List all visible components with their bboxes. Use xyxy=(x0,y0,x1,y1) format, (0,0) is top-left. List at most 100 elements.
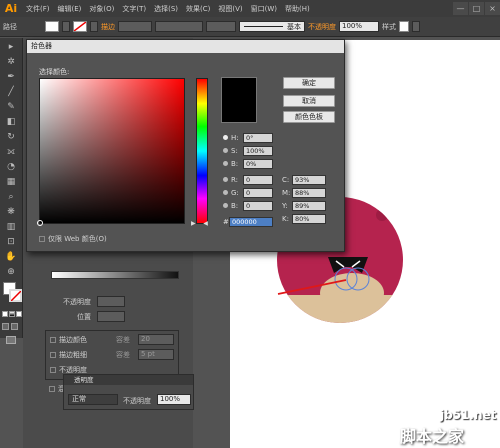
h-field-row[interactable]: H: 0° xyxy=(223,131,283,144)
gradient-mode-icon[interactable] xyxy=(9,311,15,317)
r-field-row[interactable]: R: 0 xyxy=(223,173,283,186)
hand-tool-icon[interactable]: ✋ xyxy=(4,251,18,263)
fill-stroke-widget[interactable] xyxy=(0,282,22,308)
r-input[interactable]: 0 xyxy=(243,174,273,185)
g-field-row[interactable]: G: 0 xyxy=(223,186,283,199)
artboard-tool-icon[interactable]: ⊡ xyxy=(4,236,18,248)
stroke-color-row[interactable]: 描边颜色 xyxy=(50,335,87,345)
stroke-color-box[interactable] xyxy=(9,289,22,302)
minimize-button[interactable]: — xyxy=(453,2,468,15)
color-mode-icon[interactable] xyxy=(2,311,8,317)
pencil-tool-icon[interactable]: ✎ xyxy=(4,101,18,113)
checkbox[interactable] xyxy=(50,367,56,373)
menu-object[interactable]: 对象(O) xyxy=(85,4,118,14)
s-radio[interactable] xyxy=(223,148,228,153)
blend-mode-dropdown[interactable]: 正常 xyxy=(68,394,118,405)
hex-field-row[interactable]: # 000000 xyxy=(223,215,273,228)
graph-tool-icon[interactable]: ▥ xyxy=(4,221,18,233)
width-tool-icon[interactable]: ⟗ xyxy=(4,146,18,158)
stroke-color-value[interactable]: 20 xyxy=(138,334,174,345)
eyedropper-icon[interactable]: ⌕ xyxy=(4,191,18,203)
b2-input[interactable]: 0 xyxy=(243,200,273,211)
close-button[interactable]: × xyxy=(485,2,500,15)
s-field-row[interactable]: S: 100% xyxy=(223,144,283,157)
transparency-opacity-input[interactable]: 100% xyxy=(157,394,191,405)
menu-select[interactable]: 选择(S) xyxy=(150,4,182,14)
gradient-slider[interactable] xyxy=(51,271,179,279)
y-field-row[interactable]: Y: 89% xyxy=(282,199,342,212)
hue-slider[interactable] xyxy=(196,78,208,224)
y-input[interactable]: 89% xyxy=(292,200,326,211)
none-mode-icon[interactable] xyxy=(16,311,22,317)
transparency-panel-tab[interactable]: 透明度 xyxy=(64,375,193,385)
perspective-grid-icon[interactable]: ▦ xyxy=(4,176,18,188)
h-input[interactable]: 0° xyxy=(243,132,273,143)
color-spectrum[interactable] xyxy=(37,78,185,226)
stroke-label[interactable]: 描边 xyxy=(101,22,115,32)
variable-width-dropdown[interactable] xyxy=(155,21,203,32)
zoom-tool-icon[interactable]: ⊕ xyxy=(4,266,18,278)
line-tool-icon[interactable]: ╱ xyxy=(4,86,18,98)
stroke-style-dropdown[interactable]: 基本 xyxy=(239,21,305,32)
brush-dropdown[interactable] xyxy=(206,21,236,32)
rotate-tool-icon[interactable]: ↻ xyxy=(4,131,18,143)
k-field-row[interactable]: K: 80% xyxy=(282,212,342,225)
selection-tool-icon[interactable]: ▸ xyxy=(4,41,18,53)
b2-field-row[interactable]: B: 0 xyxy=(223,199,283,212)
web-colors-only-checkbox[interactable]: 仅限 Web 颜色(O) xyxy=(39,234,107,244)
g-input[interactable]: 0 xyxy=(243,187,273,198)
h-radio[interactable] xyxy=(223,135,228,140)
draw-normal-icon[interactable] xyxy=(2,323,9,330)
shape-builder-icon[interactable]: ◔ xyxy=(4,161,18,173)
magic-wand-icon[interactable]: ✲ xyxy=(4,56,18,68)
checkbox[interactable] xyxy=(50,352,56,358)
g-radio[interactable] xyxy=(223,190,228,195)
checkbox[interactable] xyxy=(39,236,45,242)
k-input[interactable]: 80% xyxy=(292,213,326,224)
c-input[interactable]: 93% xyxy=(292,174,326,185)
c-field-row[interactable]: C: 93% xyxy=(282,173,342,186)
fill-swatch[interactable] xyxy=(45,21,59,32)
stroke-dropdown[interactable] xyxy=(90,21,98,32)
fill-dropdown[interactable] xyxy=(62,21,70,32)
eraser-tool-icon[interactable]: ◧ xyxy=(4,116,18,128)
b-field-row[interactable]: B: 0% xyxy=(223,157,283,170)
position-row-dropdown[interactable] xyxy=(97,311,125,322)
style-swatch[interactable] xyxy=(399,21,409,32)
menu-type[interactable]: 文字(T) xyxy=(118,4,150,14)
draw-behind-icon[interactable] xyxy=(11,323,18,330)
m-input[interactable]: 88% xyxy=(292,187,326,198)
opacity-input[interactable]: 100% xyxy=(339,21,379,32)
b-radio[interactable] xyxy=(223,161,228,166)
m-field-row[interactable]: M: 88% xyxy=(282,186,342,199)
symbol-sprayer-icon[interactable]: ❋ xyxy=(4,206,18,218)
maximize-button[interactable]: □ xyxy=(469,2,484,15)
screen-mode-icon[interactable] xyxy=(6,336,16,344)
menu-help[interactable]: 帮助(H) xyxy=(281,4,314,14)
style-dropdown[interactable] xyxy=(412,21,420,32)
b-input[interactable]: 0% xyxy=(243,158,273,169)
s-input[interactable]: 100% xyxy=(243,145,273,156)
cancel-button[interactable]: 取消 xyxy=(283,95,335,107)
menu-effect[interactable]: 效果(C) xyxy=(182,4,214,14)
opacity-label[interactable]: 不透明度 xyxy=(308,22,336,32)
hue-arrows-icon[interactable]: ▶ ◀ xyxy=(191,220,213,227)
stroke-weight-value[interactable]: 5 pt xyxy=(138,349,174,360)
ok-button[interactable]: 确定 xyxy=(283,77,335,89)
spectrum-cursor[interactable] xyxy=(37,220,43,226)
opacity-row-dropdown[interactable] xyxy=(97,296,125,307)
b2-radio[interactable] xyxy=(223,203,228,208)
stroke-swatch[interactable] xyxy=(73,21,87,32)
checkbox[interactable] xyxy=(49,386,55,392)
pen-tool-icon[interactable]: ✒ xyxy=(4,71,18,83)
menu-view[interactable]: 视图(V) xyxy=(214,4,246,14)
stroke-weight-input[interactable] xyxy=(118,21,152,32)
stroke-weight-row[interactable]: 描边粗细 xyxy=(50,350,87,360)
menu-file[interactable]: 文件(F) xyxy=(22,4,54,14)
menu-window[interactable]: 窗口(W) xyxy=(247,4,281,14)
menu-edit[interactable]: 编辑(E) xyxy=(54,4,86,14)
color-swatches-button[interactable]: 颜色色板 xyxy=(283,111,335,123)
checkbox[interactable] xyxy=(50,337,56,343)
r-radio[interactable] xyxy=(223,177,228,182)
hex-input[interactable]: 000000 xyxy=(229,216,273,227)
